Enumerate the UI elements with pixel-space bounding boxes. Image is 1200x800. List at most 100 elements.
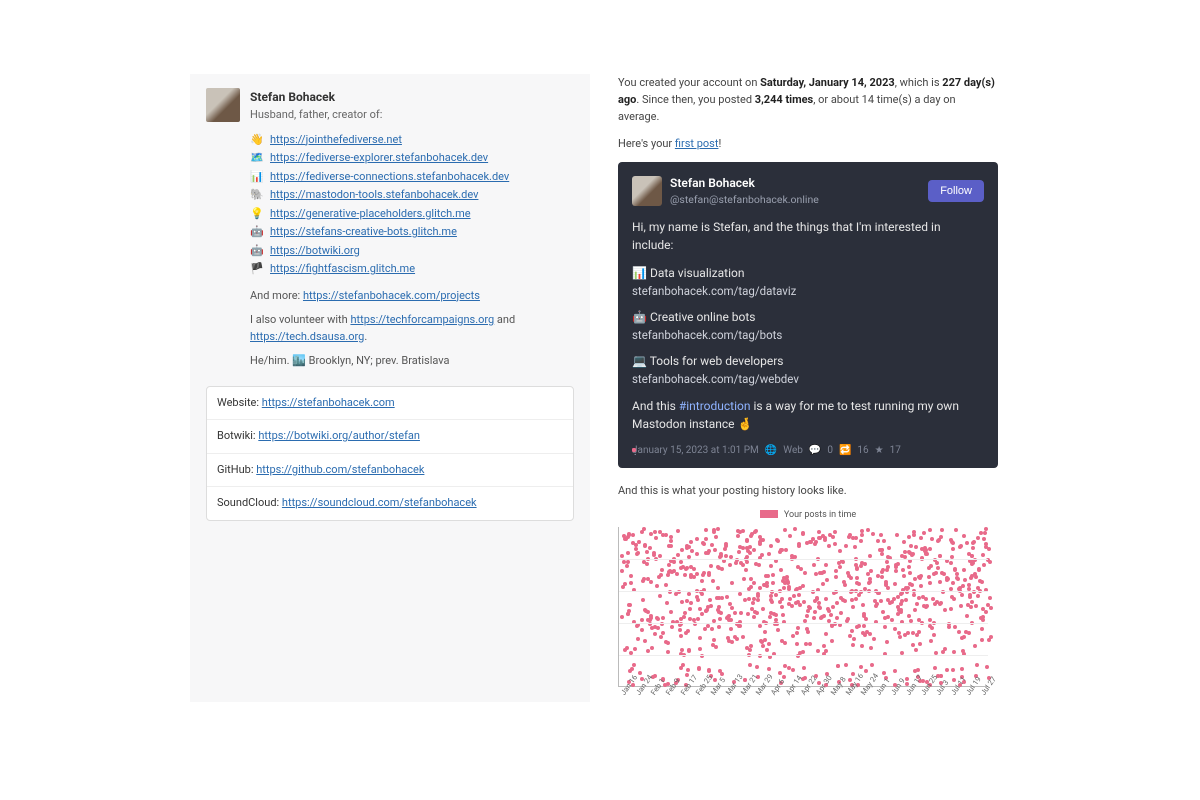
post-author-name: Stefan Bohacek [670, 174, 920, 192]
profile-name: Stefan Bohacek [250, 88, 382, 106]
meta-row: Website: https://stefanbohacek.com [207, 387, 573, 421]
link-emoji-icon: 🏴 [250, 261, 264, 278]
profile-link-item: 📊 https://fediverse-connections.stefanbo… [250, 169, 574, 186]
volunteer-link-2[interactable]: https://tech.dsausa.org [250, 330, 364, 343]
interest-url: stefanbohacek.com/tag/dataviz [632, 284, 796, 298]
created-date: Saturday, January 14, 2023 [760, 76, 895, 89]
more-prefix: And more: [250, 289, 303, 302]
fav-count: 17 [890, 443, 901, 458]
reply-icon: 💬 [809, 443, 821, 458]
post-outro-a: And this [632, 399, 679, 413]
volunteer-prefix: I also volunteer with [250, 313, 350, 326]
link-emoji-icon: 🤖 [250, 224, 264, 241]
post-count: 3,244 times [755, 93, 813, 106]
meta-row: SoundCloud: https://soundcloud.com/stefa… [207, 487, 573, 520]
interest-emoji-icon: 🤖 [632, 310, 647, 324]
link-emoji-icon: 🗺️ [250, 150, 264, 167]
profile-header: Stefan Bohacek Husband, father, creator … [206, 88, 574, 124]
link-emoji-icon: 📊 [250, 169, 264, 186]
globe-icon: 🌐 [765, 443, 777, 458]
more-link[interactable]: https://stefanbohacek.com/projects [303, 289, 480, 302]
first-post-line: Here's your first post! [618, 135, 998, 152]
interest-title: Creative online bots [650, 310, 756, 324]
history-lead: And this is what your posting history lo… [618, 482, 998, 499]
chart-dots [619, 527, 988, 686]
interest-emoji-icon: 📊 [632, 266, 647, 280]
volunteer-suffix: . [364, 330, 367, 343]
meta-label: GitHub: [217, 463, 256, 476]
follow-button[interactable]: Follow [928, 180, 984, 202]
meta-row: GitHub: https://github.com/stefanbohacek [207, 454, 573, 488]
meta-label: SoundCloud: [217, 496, 282, 509]
post-hashtag[interactable]: #introduction [679, 399, 751, 413]
star-icon: ★ [875, 443, 884, 458]
summary-text: . Since then, you posted [636, 93, 754, 106]
volunteer-link-1[interactable]: https://techforcampaigns.org [350, 313, 494, 326]
meta-link[interactable]: https://soundcloud.com/stefanbohacek [282, 496, 477, 509]
profile-link[interactable]: https://stefans-creative-bots.glitch.me [270, 224, 457, 241]
profile-link-item: 🏴 https://fightfascism.glitch.me [250, 261, 574, 278]
profile-link[interactable]: https://fightfascism.glitch.me [270, 261, 415, 278]
interest-item: 💻 Tools for web developersstefanbohacek.… [632, 352, 984, 388]
chart-x-labels: Jan 16Jan 24Feb 1Feb 9Feb 17Feb 25Mar 5M… [618, 691, 988, 703]
summary-text: You created your account on [618, 76, 760, 89]
post-outro: And this #introduction is a way for me t… [632, 397, 984, 433]
post-identity: Stefan Bohacek @stefan@stefanbohacek.onl… [670, 174, 920, 208]
profile-tagline: Husband, father, creator of: [250, 107, 382, 124]
interest-item: 🤖 Creative online bots stefanbohacek.com/… [632, 308, 984, 344]
profile-footer: He/him. 🏙️ Brooklyn, NY; prev. Bratislav… [250, 353, 574, 370]
profile-link[interactable]: https://jointhefediverse.net [270, 132, 402, 149]
profile-link[interactable]: https://fediverse-explorer.stefanbohacek… [270, 150, 488, 167]
volunteer-mid: and [494, 313, 515, 326]
post-interests: 📊 Data visualization stefanbohacek.com/ta… [632, 264, 984, 389]
stats-column: You created your account on Saturday, Ja… [618, 74, 998, 702]
reply-count: 0 [827, 443, 833, 458]
link-emoji-icon: 🐘 [250, 187, 264, 204]
profile-meta-table: Website: https://stefanbohacek.comBotwik… [206, 386, 574, 521]
avatar [206, 88, 240, 122]
first-post-link[interactable]: first post [675, 137, 719, 150]
profile-link-item: 🤖 https://botwiki.org [250, 243, 574, 260]
first-post-card: Stefan Bohacek @stefan@stefanbohacek.onl… [618, 162, 998, 468]
post-date: January 15, 2023 at 1:01 PM [632, 443, 759, 458]
profile-card: Stefan Bohacek Husband, father, creator … [190, 74, 590, 702]
profile-link[interactable]: https://mastodon-tools.stefanbohacek.dev [270, 187, 478, 204]
boost-icon: 🔁 [839, 443, 851, 458]
interest-title: Data visualization [650, 266, 745, 280]
interest-title: Tools for web developers [650, 354, 784, 368]
post-intro: Hi, my name is Stefan, and the things th… [632, 218, 984, 254]
first-post-lead: Here's your [618, 137, 675, 150]
profile-link-item: 🗺️ https://fediverse-explorer.stefanboha… [250, 150, 574, 167]
interest-item: 📊 Data visualization stefanbohacek.com/ta… [632, 264, 984, 300]
chart-area [618, 527, 988, 687]
link-emoji-icon: 💡 [250, 206, 264, 223]
profile-link[interactable]: https://botwiki.org [270, 243, 360, 260]
post-author-handle: @stefan@stefanbohacek.online [670, 192, 920, 208]
profile-link-item: 🐘 https://mastodon-tools.stefanbohacek.d… [250, 187, 574, 204]
profile-more: And more: https://stefanbohacek.com/proj… [250, 288, 574, 305]
posting-history-chart: Your posts in time Jan 16Jan 24Feb 1Feb … [618, 509, 998, 703]
interest-url: stefanbohacek.com/tag/webdev [632, 372, 799, 386]
profile-link-item: 🤖 https://stefans-creative-bots.glitch.m… [250, 224, 574, 241]
first-post-tail: ! [718, 137, 721, 150]
meta-link[interactable]: https://github.com/stefanbohacek [256, 463, 424, 476]
profile-bio: 👋 https://jointhefediverse.net🗺️ https:/… [250, 132, 574, 370]
boost-count: 16 [857, 443, 868, 458]
profile-link-item: 💡 https://generative-placeholders.glitch… [250, 206, 574, 223]
post-client: Web [783, 443, 803, 458]
interest-url: stefanbohacek.com/tag/bots [632, 328, 782, 342]
profile-link[interactable]: https://fediverse-connections.stefanboha… [270, 169, 509, 186]
account-summary: You created your account on Saturday, Ja… [618, 74, 998, 125]
profile-links: 👋 https://jointhefediverse.net🗺️ https:/… [250, 132, 574, 278]
link-emoji-icon: 🤖 [250, 243, 264, 260]
link-emoji-icon: 👋 [250, 132, 264, 149]
legend-label: Your posts in time [784, 510, 856, 520]
meta-link[interactable]: https://botwiki.org/author/stefan [258, 429, 420, 442]
meta-label: Website: [217, 396, 262, 409]
meta-link[interactable]: https://stefanbohacek.com [262, 396, 395, 409]
profile-link[interactable]: https://generative-placeholders.glitch.m… [270, 206, 471, 223]
profile-volunteer: I also volunteer with https://techforcam… [250, 312, 574, 345]
meta-row: Botwiki: https://botwiki.org/author/stef… [207, 420, 573, 454]
chart-legend: Your posts in time [618, 509, 998, 523]
meta-label: Botwiki: [217, 429, 258, 442]
